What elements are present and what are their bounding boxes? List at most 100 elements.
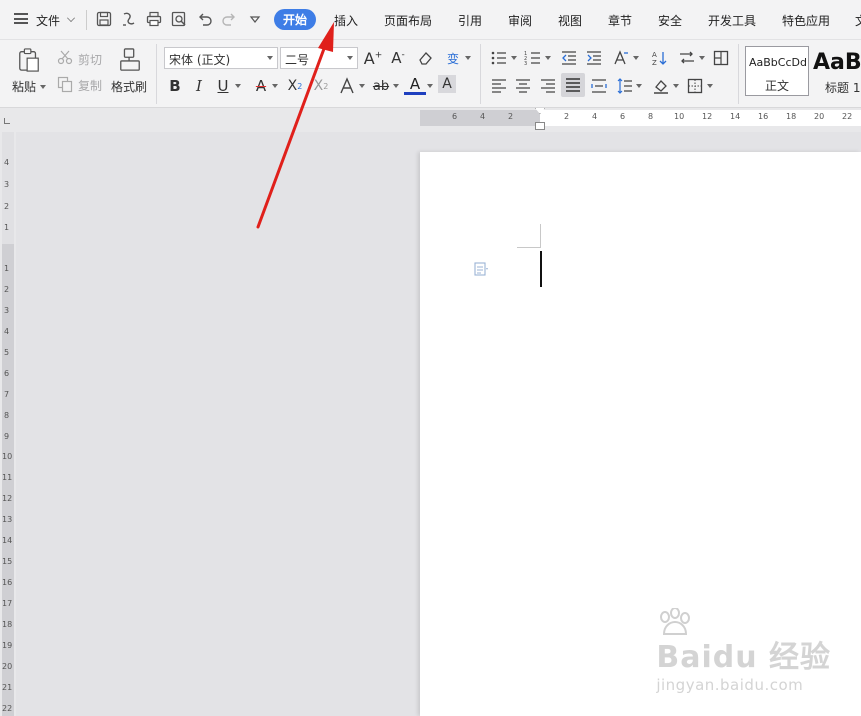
style-normal[interactable]: AaBbCcDd 正文 [745, 46, 809, 96]
align-right-icon[interactable] [537, 75, 559, 97]
clear-format-icon[interactable] [414, 47, 436, 69]
text-box-icon[interactable] [710, 47, 732, 69]
redo-icon[interactable] [220, 10, 238, 28]
font-color-dropdown-icon[interactable] [427, 84, 433, 88]
paragraph-layout-icon[interactable] [474, 261, 490, 276]
left-indent-marker[interactable] [535, 122, 545, 130]
strikethrough-icon[interactable]: A [250, 75, 272, 97]
justify-icon[interactable] [561, 73, 585, 97]
highlight-icon[interactable]: ab [370, 75, 392, 97]
numbering-icon[interactable]: 123 [522, 47, 544, 69]
ruler-number: 20 [814, 112, 825, 121]
borders-icon[interactable] [684, 75, 706, 97]
decrease-font-size-icon[interactable]: A- [387, 47, 409, 69]
ruler-number: 5 [4, 348, 10, 357]
style-normal-name: 正文 [764, 79, 789, 93]
tab-home[interactable]: 开始 [274, 9, 317, 30]
underline-dropdown-icon[interactable] [235, 84, 241, 88]
highlight-dropdown-icon[interactable] [393, 84, 399, 88]
crop-mark [540, 224, 541, 248]
ruler-number: 2 [508, 112, 514, 121]
underline-icon[interactable]: U [212, 75, 234, 97]
ruler-number: 10 [2, 452, 13, 461]
show-hide-marks-icon[interactable] [676, 47, 698, 69]
increase-font-size-icon[interactable]: A+ [362, 47, 384, 69]
shading-dropdown-icon[interactable] [673, 84, 679, 88]
tab-review[interactable]: 审阅 [508, 12, 532, 29]
ruler-number: 14 [730, 112, 741, 121]
shading-icon[interactable] [650, 75, 672, 97]
copy-icon[interactable] [56, 75, 74, 93]
bold-icon[interactable]: B [164, 75, 186, 97]
paste-button[interactable]: 粘贴 [12, 78, 36, 95]
cut-button[interactable]: 剪切 [78, 51, 102, 68]
chinese-layout-icon[interactable] [610, 47, 632, 69]
ruler-number: 22 [2, 704, 13, 713]
ruler-number: 6 [452, 112, 458, 121]
tab-developer[interactable]: 开发工具 [708, 12, 756, 29]
ruler-number: 17 [2, 599, 13, 608]
customize-toolbar-icon[interactable] [246, 10, 264, 28]
file-menu[interactable]: 文件 [36, 12, 60, 29]
paste-icon[interactable] [16, 46, 42, 74]
character-shading-icon[interactable]: A [438, 75, 456, 93]
font-name-value: 宋体 (正文) [169, 53, 231, 67]
format-painter-icon[interactable] [117, 46, 143, 74]
distributed-align-icon[interactable] [588, 75, 610, 97]
font-size-select[interactable]: 二号 [280, 47, 358, 69]
phonetic-dropdown-icon[interactable] [465, 56, 471, 60]
output-pdf-icon[interactable] [120, 10, 138, 28]
italic-icon[interactable]: I [188, 75, 210, 97]
align-left-icon[interactable] [488, 75, 510, 97]
bullets-icon[interactable] [488, 47, 510, 69]
strikethrough-dropdown-icon[interactable] [272, 84, 278, 88]
copy-button[interactable]: 复制 [78, 77, 102, 94]
decrease-indent-icon[interactable] [558, 47, 580, 69]
scissors-icon[interactable] [56, 48, 74, 66]
increase-indent-icon[interactable] [583, 47, 605, 69]
style-heading-1[interactable]: AaB 标题 1 [810, 46, 861, 96]
phonetic-guide-icon[interactable]: 变 [442, 47, 464, 69]
bullets-dropdown-icon[interactable] [511, 56, 517, 60]
save-icon[interactable] [95, 10, 113, 28]
tab-stop-selector-icon[interactable] [4, 118, 10, 124]
tab-page-layout[interactable]: 页面布局 [384, 12, 432, 29]
text-effects-dropdown-icon[interactable] [359, 84, 365, 88]
line-spacing-dropdown-icon[interactable] [636, 84, 642, 88]
align-center-icon[interactable] [512, 75, 534, 97]
subscript-icon[interactable]: X2 [310, 75, 332, 97]
undo-icon[interactable] [196, 10, 214, 28]
ruler-number: 8 [648, 112, 654, 121]
ruler-number: 15 [2, 557, 13, 566]
font-name-select[interactable]: 宋体 (正文) [164, 47, 278, 69]
chinese-layout-dropdown-icon[interactable] [633, 56, 639, 60]
format-painter-button[interactable]: 格式刷 [111, 78, 147, 95]
svg-text:Z: Z [652, 59, 657, 67]
hamburger-menu-icon[interactable] [14, 13, 28, 24]
sort-icon[interactable]: AZ [648, 47, 670, 69]
tab-overflow[interactable]: 文 [855, 12, 861, 29]
text-effects-icon[interactable] [336, 75, 358, 97]
ruler-number: 12 [2, 494, 13, 503]
show-hide-dropdown-icon[interactable] [699, 56, 705, 60]
divider [738, 44, 739, 104]
tab-security[interactable]: 安全 [658, 12, 682, 29]
tab-view[interactable]: 视图 [558, 12, 582, 29]
line-spacing-icon[interactable] [614, 75, 636, 97]
print-preview-icon[interactable] [170, 10, 188, 28]
ruler-number: 19 [2, 641, 13, 650]
paste-dropdown-icon[interactable] [40, 85, 46, 89]
font-size-value: 二号 [285, 53, 310, 67]
tab-special-features[interactable]: 特色应用 [782, 12, 830, 29]
superscript-icon[interactable]: X2 [284, 75, 306, 97]
print-icon[interactable] [145, 10, 163, 28]
document-page[interactable]: Baidu 经验 jingyan.baidu.com [420, 152, 861, 716]
borders-dropdown-icon[interactable] [707, 84, 713, 88]
font-color-icon[interactable]: A [404, 75, 426, 95]
chevron-down-icon[interactable] [67, 14, 75, 22]
tab-insert[interactable]: 插入 [334, 12, 358, 29]
numbering-dropdown-icon[interactable] [545, 56, 551, 60]
divider [156, 44, 157, 104]
tab-references[interactable]: 引用 [458, 12, 482, 29]
tab-chapter[interactable]: 章节 [608, 12, 632, 29]
